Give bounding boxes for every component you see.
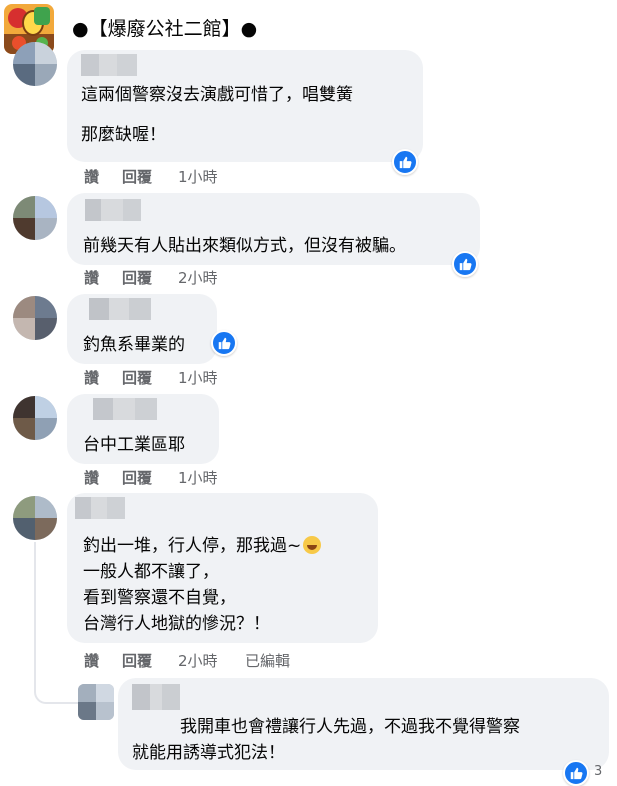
commenter-name[interactable] <box>132 684 180 710</box>
laughing-emoji-icon <box>303 536 322 554</box>
comment-text-line: 台中工業區耶 <box>83 435 185 455</box>
comment-text-line: 前幾天有人貼出來類似方式，但沒有被騙。 <box>83 236 406 256</box>
commenter-name[interactable] <box>89 298 151 320</box>
like-button[interactable]: 讚 <box>84 267 99 288</box>
avatar[interactable] <box>13 496 57 540</box>
commenter-name[interactable] <box>85 199 141 221</box>
reply-button[interactable]: 回覆 <box>122 650 152 671</box>
comment-thread: 這兩個警察沒去演戲可惜了，唱雙簧 那麼缺喔！ 讚 回覆 1小時 前幾天有人貼出來… <box>0 42 617 786</box>
group-title[interactable]: ●【爆廢公社二館】● <box>72 14 257 41</box>
comment-bubble: 台中工業區耶 <box>67 394 219 464</box>
reaction-count[interactable]: 3 <box>594 764 602 779</box>
reply-button[interactable]: 回覆 <box>122 166 152 187</box>
avatar[interactable] <box>13 296 57 340</box>
commenter-name[interactable] <box>75 497 125 519</box>
commenter-name[interactable] <box>93 398 157 420</box>
reply-button[interactable]: 回覆 <box>122 267 152 288</box>
commenter-name[interactable] <box>81 54 137 76</box>
like-reaction-icon[interactable] <box>211 330 237 356</box>
reply-avatar[interactable] <box>78 684 114 720</box>
comment-actions: 讚 回覆 2小時 <box>84 267 284 287</box>
comment-actions: 讚 回覆 1小時 <box>84 467 284 487</box>
comment-bubble: 釣出一堆，行人停，那我過~ 一般人都不讓了， 看到警察還不自覺， 台灣行人地獄的… <box>67 493 378 643</box>
like-reaction-icon[interactable] <box>392 149 418 175</box>
comment-actions: 讚 回覆 2小時 已編輯 <box>84 650 344 670</box>
reply-button[interactable]: 回覆 <box>122 367 152 388</box>
comment-actions: 讚 回覆 1小時 <box>84 166 284 186</box>
timestamp[interactable]: 2小時 <box>178 267 218 288</box>
reply-bubble: 我開車也會禮讓行人先過，不過我不覺得警察 就能用誘導式犯法！ <box>118 678 609 770</box>
avatar[interactable] <box>13 396 57 440</box>
comment-text-line: 釣魚系畢業的 <box>83 335 185 355</box>
timestamp[interactable]: 1小時 <box>178 367 218 388</box>
timestamp[interactable]: 1小時 <box>178 166 218 187</box>
edited-label[interactable]: 已編輯 <box>245 650 290 671</box>
reply-text-line: 我開車也會禮讓行人先過，不過我不覺得警察 <box>180 717 520 737</box>
like-reaction-icon[interactable] <box>563 760 589 786</box>
comment-text-line: 台灣行人地獄的慘況？！ <box>83 614 270 634</box>
avatar[interactable] <box>13 42 57 86</box>
comment-bubble: 前幾天有人貼出來類似方式，但沒有被騙。 <box>67 193 480 265</box>
like-button[interactable]: 讚 <box>84 367 99 388</box>
like-button[interactable]: 讚 <box>84 467 99 488</box>
comment-bubble: 釣魚系畢業的 <box>67 294 217 364</box>
comment-actions: 讚 回覆 1小時 <box>84 367 284 387</box>
timestamp[interactable]: 2小時 <box>178 650 218 671</box>
comment-text-line: 看到警察還不自覺， <box>83 588 236 608</box>
like-button[interactable]: 讚 <box>84 650 99 671</box>
comment-text-line: 釣出一堆，行人停，那我過~ <box>83 531 322 556</box>
reply-button[interactable]: 回覆 <box>122 467 152 488</box>
comment-bubble: 這兩個警察沒去演戲可惜了，唱雙簧 那麼缺喔！ <box>67 50 423 162</box>
avatar[interactable] <box>13 196 57 240</box>
comment-text-line: 一般人都不讓了， <box>83 562 219 582</box>
like-button[interactable]: 讚 <box>84 166 99 187</box>
comment-text-line: 那麼缺喔！ <box>81 125 166 145</box>
comment-text-line: 這兩個警察沒去演戲可惜了，唱雙簧 <box>81 85 353 105</box>
reply-text-line: 就能用誘導式犯法！ <box>132 743 285 763</box>
timestamp[interactable]: 1小時 <box>178 467 218 488</box>
like-reaction-icon[interactable] <box>452 251 478 277</box>
